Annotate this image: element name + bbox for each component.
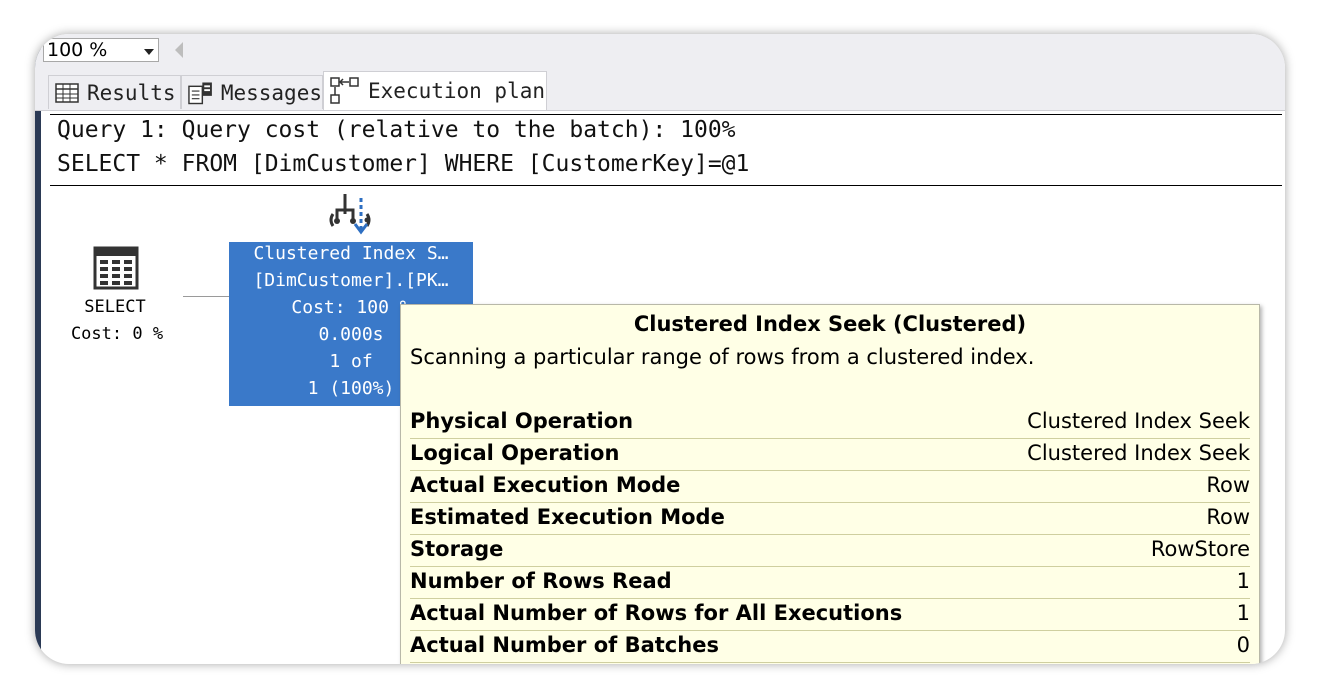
tooltip-value: RowStore [1150, 537, 1250, 561]
clustered-index-seek-icon[interactable] [327, 190, 373, 238]
tooltip-value: Row [1206, 473, 1250, 497]
tooltip-key: Actual Execution Mode [410, 473, 681, 497]
grid-icon [55, 82, 79, 103]
tooltip-key: Estimated Execution Mode [410, 505, 725, 529]
scroll-left-icon[interactable] [175, 42, 183, 58]
tab-execution-plan-label: Execution plan [368, 79, 546, 103]
tooltip-row: Actual Number of Rows for All Executions… [410, 599, 1250, 631]
toolbar: 100 % [35, 34, 1285, 68]
tab-execution-plan[interactable]: Execution plan [323, 71, 547, 110]
messages-icon [188, 81, 212, 104]
tooltip-row: Storage RowStore [410, 535, 1250, 567]
query-cost-text: Query 1: Query cost (relative to the bat… [57, 117, 736, 143]
tooltip-properties: Physical Operation Clustered Index Seek L… [410, 407, 1250, 663]
tooltip-key: Number of Rows Read [410, 569, 672, 593]
tooltip-value: 1 [1236, 601, 1250, 625]
select-table-icon[interactable] [93, 246, 139, 290]
tooltip-value: 1 [1236, 569, 1250, 593]
tooltip-key: Actual Number of Rows for All Executions [410, 601, 903, 625]
tooltip-key: Physical Operation [410, 409, 634, 433]
zoom-dropdown[interactable]: 100 % [43, 38, 159, 62]
tooltip-key: Logical Operation [410, 441, 620, 465]
select-node-cost: Cost: 0 % [70, 324, 164, 344]
operator-tooltip: Clustered Index Seek (Clustered) Scannin… [400, 304, 1260, 664]
chevron-down-icon[interactable] [144, 49, 154, 55]
tooltip-value: Clustered Index Seek [1027, 409, 1250, 433]
tooltip-key: Storage [410, 537, 504, 561]
tab-results[interactable]: Results [48, 75, 181, 109]
tooltip-value: 0 [1236, 633, 1250, 657]
left-accent-bar [35, 34, 41, 664]
tooltip-row: Physical Operation Clustered Index Seek [410, 407, 1250, 439]
tooltip-description: Scanning a particular range of rows from… [410, 345, 1035, 369]
tooltip-row: Logical Operation Clustered Index Seek [410, 439, 1250, 471]
tooltip-row: Actual Number of Batches 0 [410, 631, 1250, 663]
zoom-value: 100 % [47, 39, 108, 61]
select-node-label: SELECT [84, 297, 146, 317]
tab-messages[interactable]: Messages [181, 75, 323, 109]
result-tabs: Results Messages Execution plan [35, 68, 1285, 111]
tooltip-value: Row [1206, 505, 1250, 529]
tooltip-title: Clustered Index Seek (Clustered) [633, 312, 1027, 336]
tooltip-value: Clustered Index Seek [1027, 441, 1250, 465]
tab-messages-label: Messages [220, 80, 322, 105]
tooltip-key: Actual Number of Batches [410, 633, 719, 657]
query-header: Query 1: Query cost (relative to the bat… [50, 114, 1282, 186]
tooltip-row: Number of Rows Read 1 [410, 567, 1250, 599]
execution-plan-icon [330, 77, 359, 104]
tooltip-row: Actual Execution Mode Row [410, 471, 1250, 503]
plan-connector-arrow [183, 296, 229, 297]
results-window: 100 % Results Messages Execution plan Qu… [35, 34, 1285, 664]
tab-results-label: Results [87, 80, 176, 105]
tooltip-row: Estimated Execution Mode Row [410, 503, 1250, 535]
seek-node-object: [DimCustomer].[PK… [253, 270, 449, 291]
seek-node-title: Clustered Index S… [253, 243, 449, 264]
query-sql-text: SELECT * FROM [DimCustomer] WHERE [Custo… [57, 151, 750, 177]
